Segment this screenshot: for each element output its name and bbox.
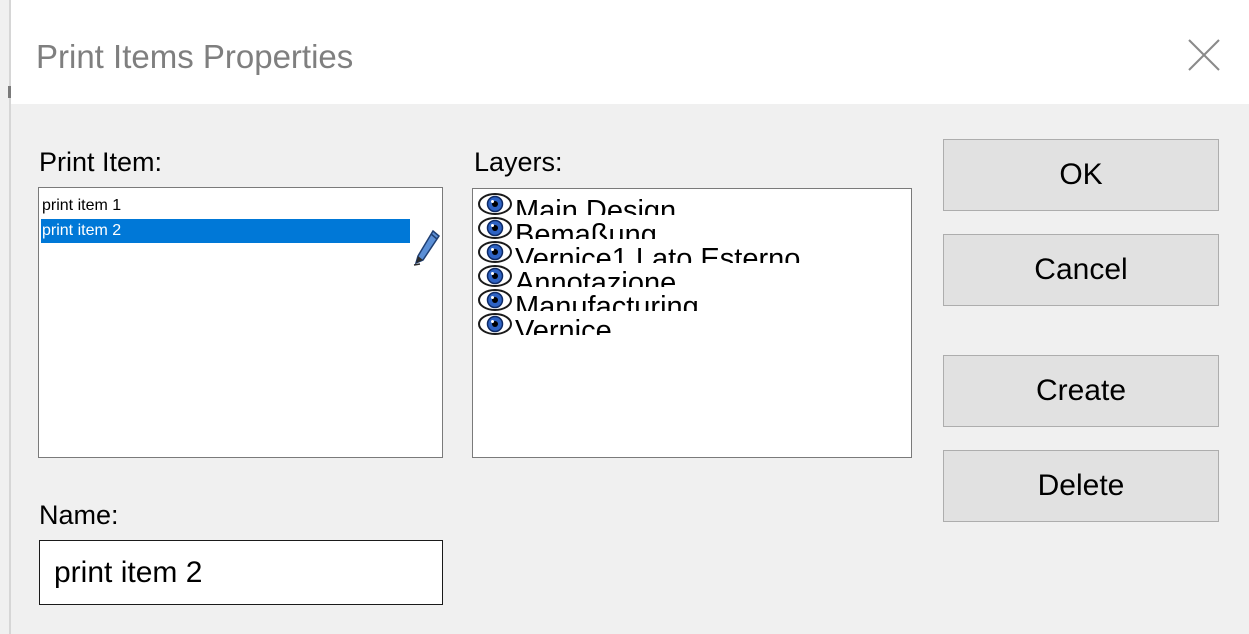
layer-row[interactable]: Vernice	[475, 312, 905, 335]
layer-name: Bemaßung	[515, 219, 657, 239]
layer-name: Manufacturing	[515, 291, 699, 311]
name-input[interactable]	[39, 540, 443, 605]
eye-icon[interactable]	[477, 312, 513, 335]
print-item-text: print item 1	[42, 197, 122, 214]
layer-name: Annotazione	[515, 267, 677, 287]
layer-name: Vernice	[515, 315, 612, 335]
layer-row[interactable]: Vernice1 Lato Esterno	[475, 240, 905, 263]
eye-icon[interactable]	[477, 264, 513, 287]
cancel-button[interactable]: Cancel	[943, 234, 1219, 306]
print-items-properties-dialog: Print Items Properties Print Item: print…	[0, 0, 1249, 634]
eye-icon[interactable]	[477, 216, 513, 239]
layer-row[interactable]: Annotazione	[475, 264, 905, 287]
delete-button[interactable]: Delete	[943, 450, 1219, 522]
print-item-row-selected[interactable]: print item 2	[41, 219, 410, 243]
layer-name: Main Design	[515, 195, 677, 215]
create-button[interactable]: Create	[943, 355, 1219, 427]
eye-icon[interactable]	[477, 240, 513, 263]
title-bar: Print Items Properties	[11, 0, 1249, 104]
eye-icon[interactable]	[477, 192, 513, 215]
layer-row[interactable]: Main Design	[475, 192, 905, 215]
layers-list[interactable]: Main Design Bemaßung Vernice1 Lato Ester…	[472, 188, 912, 458]
edit-print-item-button[interactable]	[411, 227, 443, 269]
close-icon	[1188, 39, 1220, 71]
pencil-icon	[413, 229, 440, 266]
print-item-row[interactable]: print item 1	[41, 194, 410, 218]
close-button[interactable]	[1179, 30, 1229, 80]
layer-row[interactable]: Manufacturing	[475, 288, 905, 311]
dialog-title: Print Items Properties	[36, 38, 354, 75]
name-label: Name:	[39, 500, 119, 530]
print-item-label: Print Item:	[39, 147, 163, 177]
print-item-list[interactable]: print item 1 print item 2	[38, 187, 443, 458]
layer-name: Vernice1 Lato Esterno	[515, 243, 801, 263]
layer-row[interactable]: Bemaßung	[475, 216, 905, 239]
layers-label: Layers:	[474, 147, 563, 177]
ok-button[interactable]: OK	[943, 139, 1219, 211]
eye-icon[interactable]	[477, 288, 513, 311]
print-item-text: print item 2	[42, 222, 122, 239]
